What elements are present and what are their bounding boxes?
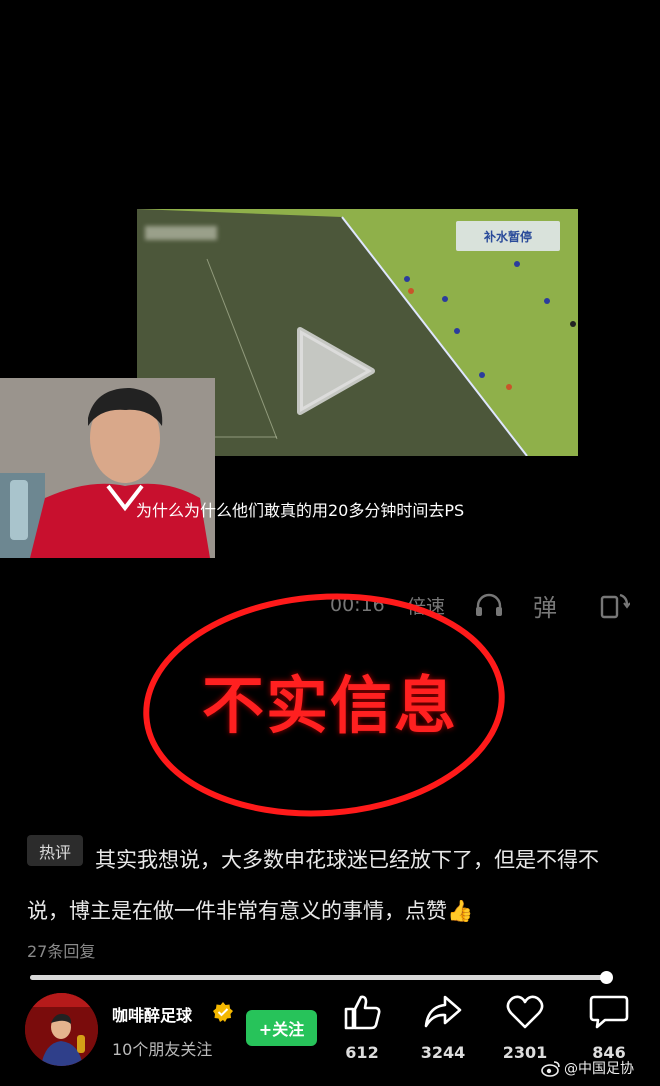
watermark-text: @中国足协 xyxy=(564,1061,634,1077)
streamer-figure xyxy=(0,378,215,558)
streamer-camera xyxy=(0,378,215,558)
rotate-screen-icon[interactable] xyxy=(600,592,630,619)
like-button[interactable]: 612 xyxy=(327,993,397,1062)
share-button[interactable]: 3244 xyxy=(408,993,478,1062)
play-icon[interactable] xyxy=(292,326,376,416)
author-name[interactable]: 咖啡醉足球 xyxy=(112,1002,192,1026)
progress-bar[interactable] xyxy=(30,971,614,984)
friends-following-text: 10个朋友关注 xyxy=(112,1040,213,1059)
heart-icon xyxy=(506,995,544,1029)
avatar[interactable] xyxy=(25,993,98,1066)
hydration-break-badge: 补水暂停 xyxy=(456,221,560,251)
comment-bubble-icon xyxy=(589,995,629,1029)
video-caption: 为什么为什么他们敢真的用20多分钟时间去PS xyxy=(136,501,465,520)
weibo-logo-icon xyxy=(541,1060,560,1077)
hot-comment-badge: 热评 xyxy=(27,835,83,866)
danmaku-button[interactable]: 弹 xyxy=(533,592,557,622)
thumbs-up-icon xyxy=(344,995,381,1030)
verified-badge-icon xyxy=(213,1002,233,1022)
scoreboard-blur xyxy=(145,226,217,240)
like-count: 612 xyxy=(345,1043,379,1062)
comment-button[interactable]: 846 xyxy=(574,993,644,1062)
progress-knob[interactable] xyxy=(600,971,614,984)
share-count: 3244 xyxy=(420,1043,466,1062)
favorite-button[interactable]: 2301 xyxy=(490,993,560,1062)
hot-comment-text: 其实我想说，大多数申花球迷已经放下了，但是不得不说，博主是在做一件非常有意义的事… xyxy=(27,848,599,923)
progress-fill xyxy=(30,975,607,980)
share-arrow-icon xyxy=(424,995,462,1028)
follow-button[interactable]: +关注 xyxy=(246,1010,317,1046)
weibo-watermark: @中国足协 xyxy=(541,1058,634,1078)
reply-count-link[interactable]: 27条回复 xyxy=(27,938,95,962)
false-info-stamp: 不实信息 xyxy=(201,669,458,742)
